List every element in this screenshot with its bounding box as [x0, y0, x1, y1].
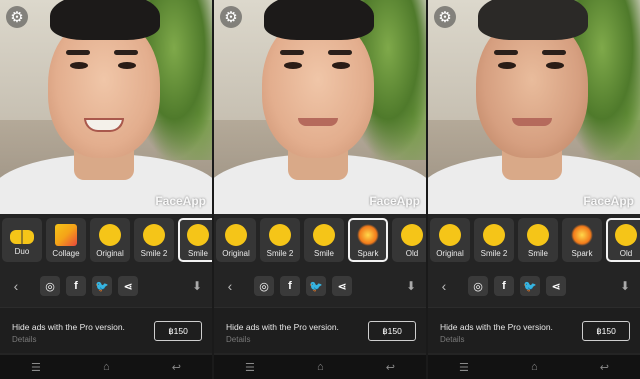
instagram-icon[interactable]: ◎ — [254, 276, 274, 296]
grin-emoji-icon — [143, 224, 165, 246]
twitter-icon[interactable]: 🐦 — [306, 276, 326, 296]
instagram-icon[interactable]: ◎ — [468, 276, 488, 296]
chevron-left-icon[interactable]: ‹ — [434, 278, 454, 294]
app-screen-old: ⚙ FaceApp Original Smile 2 Smile Spark O… — [428, 0, 640, 379]
grin-emoji-icon — [269, 224, 291, 246]
duo-emoji-icon — [10, 230, 34, 244]
share-toolbar: ‹ ◎ f 🐦 ⋖ ⬇ — [0, 275, 212, 297]
details-link[interactable]: Details — [12, 335, 36, 344]
old-emoji-icon — [615, 224, 637, 246]
filter-smile[interactable]: Smile — [518, 218, 558, 262]
filter-carousel[interactable]: Original Smile 2 Smile Spark Old — [428, 218, 640, 270]
app-screen-smile: ⚙ FaceApp Duo Collage Original Smile 2 S… — [0, 0, 212, 379]
pro-ad-banner: Hide ads with the Pro version. Details ฿… — [0, 307, 212, 353]
details-link[interactable]: Details — [226, 335, 250, 344]
home-icon[interactable]: ⌂ — [531, 361, 538, 373]
share-icon[interactable]: ⋖ — [332, 276, 352, 296]
share-toolbar: ‹ ◎ f 🐦 ⋖ ⬇ — [428, 275, 640, 297]
settings-gear-icon[interactable]: ⚙ — [220, 6, 242, 28]
instagram-icon[interactable]: ◎ — [40, 276, 60, 296]
ad-text: Hide ads with the Pro version. — [12, 322, 125, 332]
filter-original[interactable]: Original — [90, 218, 130, 262]
chevron-left-icon[interactable]: ‹ — [220, 278, 240, 294]
filter-smile-selected[interactable]: Smile — [178, 218, 212, 262]
faceapp-watermark: FaceApp — [155, 194, 206, 208]
share-icon[interactable]: ⋖ — [546, 276, 566, 296]
smile-emoji-icon — [527, 224, 549, 246]
home-icon[interactable]: ⌂ — [317, 361, 324, 373]
back-icon[interactable]: ↩ — [600, 361, 609, 374]
filter-smile[interactable]: Smile — [304, 218, 344, 262]
filter-original[interactable]: Original — [430, 218, 470, 262]
details-link[interactable]: Details — [440, 335, 464, 344]
settings-gear-icon[interactable]: ⚙ — [6, 6, 28, 28]
back-icon[interactable]: ↩ — [386, 361, 395, 374]
faceapp-watermark: FaceApp — [583, 194, 634, 208]
price-button[interactable]: ฿150 — [582, 321, 630, 341]
home-icon[interactable]: ⌂ — [103, 361, 110, 373]
filter-original[interactable]: Original — [216, 218, 256, 262]
filter-old[interactable]: Old — [392, 218, 426, 262]
price-button[interactable]: ฿150 — [154, 321, 202, 341]
faceapp-watermark: FaceApp — [369, 194, 420, 208]
filter-collage[interactable]: Collage — [46, 218, 86, 262]
chevron-left-icon[interactable]: ‹ — [6, 278, 26, 294]
facebook-icon[interactable]: f — [494, 276, 514, 296]
filter-spark[interactable]: Spark — [562, 218, 602, 262]
back-icon[interactable]: ↩ — [172, 361, 181, 374]
menu-icon[interactable]: ☰ — [31, 361, 41, 374]
system-nav-bar: ☰ ⌂ ↩ — [0, 355, 212, 379]
face-photo: ⚙ FaceApp — [0, 0, 212, 214]
app-screen-spark: ⚙ FaceApp Original Smile 2 Smile Spark O… — [214, 0, 426, 379]
system-nav-bar: ☰ ⌂ ↩ — [214, 355, 426, 379]
spark-icon — [357, 224, 379, 246]
filter-spark-selected[interactable]: Spark — [348, 218, 388, 262]
system-nav-bar: ☰ ⌂ ↩ — [428, 355, 640, 379]
settings-gear-icon[interactable]: ⚙ — [434, 6, 456, 28]
neutral-emoji-icon — [99, 224, 121, 246]
neutral-emoji-icon — [225, 224, 247, 246]
pro-ad-banner: Hide ads with the Pro version. Details ฿… — [428, 307, 640, 353]
share-toolbar: ‹ ◎ f 🐦 ⋖ ⬇ — [214, 275, 426, 297]
collage-emoji-icon — [55, 224, 77, 246]
filter-smile-2[interactable]: Smile 2 — [474, 218, 514, 262]
ad-text: Hide ads with the Pro version. — [440, 322, 553, 332]
download-icon[interactable]: ⬇ — [192, 279, 202, 293]
filter-carousel[interactable]: Duo Collage Original Smile 2 Smile — [0, 218, 212, 270]
filter-old-selected[interactable]: Old — [606, 218, 640, 262]
share-icon[interactable]: ⋖ — [118, 276, 138, 296]
grin-emoji-icon — [483, 224, 505, 246]
filter-duo[interactable]: Duo — [2, 218, 42, 262]
menu-icon[interactable]: ☰ — [459, 361, 469, 374]
download-icon[interactable]: ⬇ — [406, 279, 416, 293]
pro-ad-banner: Hide ads with the Pro version. Details ฿… — [214, 307, 426, 353]
facebook-icon[interactable]: f — [280, 276, 300, 296]
smile-emoji-icon — [187, 224, 209, 246]
neutral-emoji-icon — [439, 224, 461, 246]
price-button[interactable]: ฿150 — [368, 321, 416, 341]
twitter-icon[interactable]: 🐦 — [520, 276, 540, 296]
filter-smile-2[interactable]: Smile 2 — [134, 218, 174, 262]
old-emoji-icon — [401, 224, 423, 246]
smile-emoji-icon — [313, 224, 335, 246]
face-photo: ⚙ FaceApp — [428, 0, 640, 214]
download-icon[interactable]: ⬇ — [620, 279, 630, 293]
filter-smile-2[interactable]: Smile 2 — [260, 218, 300, 262]
facebook-icon[interactable]: f — [66, 276, 86, 296]
menu-icon[interactable]: ☰ — [245, 361, 255, 374]
spark-icon — [571, 224, 593, 246]
ad-text: Hide ads with the Pro version. — [226, 322, 339, 332]
face-photo: ⚙ FaceApp — [214, 0, 426, 214]
screenshot-strip: ⚙ FaceApp Duo Collage Original Smile 2 S… — [0, 0, 640, 379]
twitter-icon[interactable]: 🐦 — [92, 276, 112, 296]
filter-carousel[interactable]: Original Smile 2 Smile Spark Old — [214, 218, 426, 270]
